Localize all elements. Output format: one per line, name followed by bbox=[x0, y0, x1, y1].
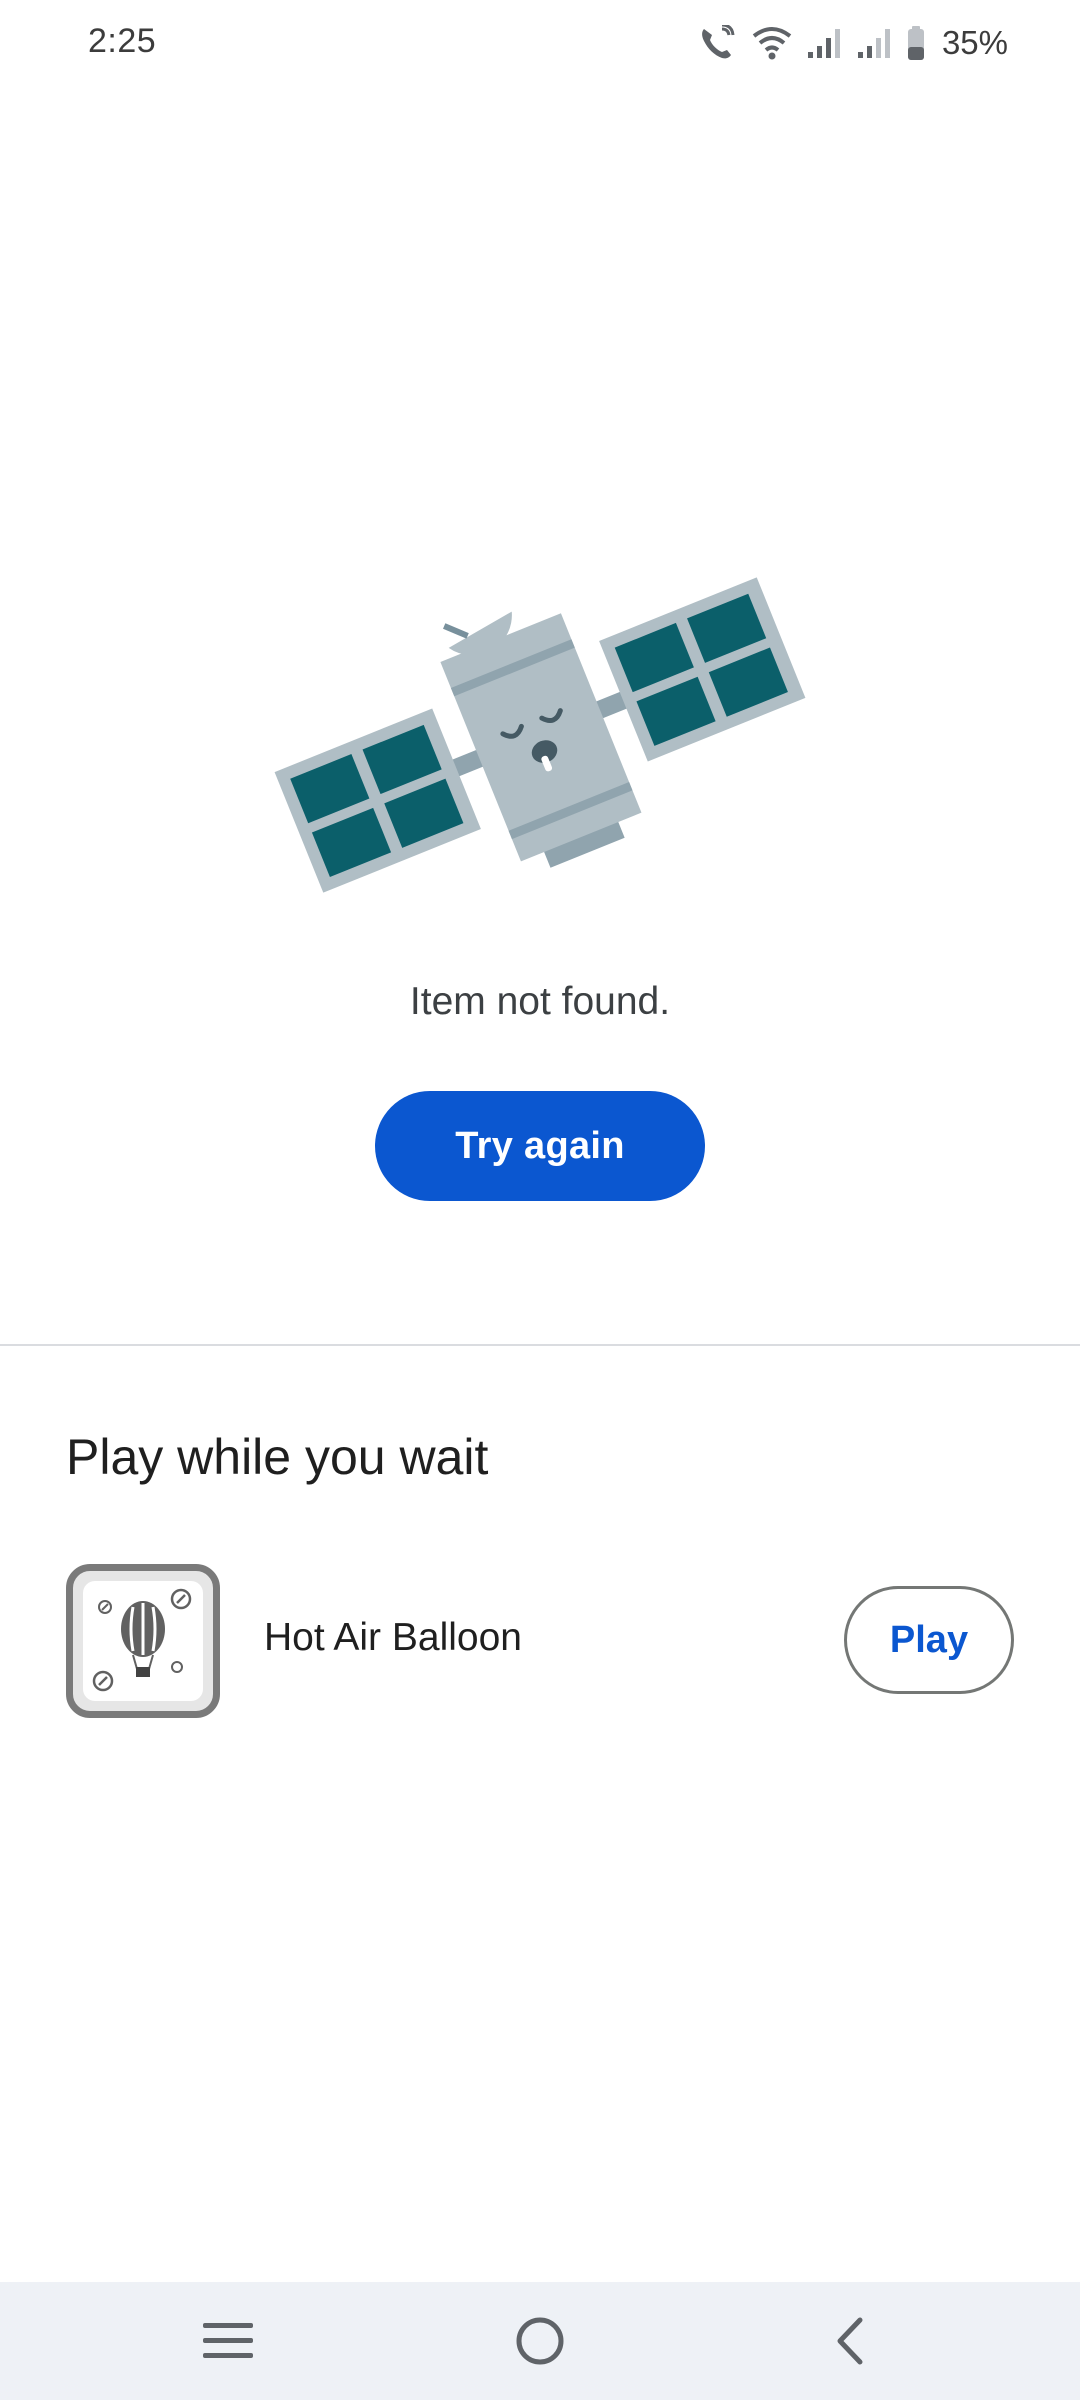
status-icons: 35% bbox=[698, 20, 1008, 66]
wifi-icon bbox=[752, 26, 792, 60]
signal-icon bbox=[806, 26, 842, 60]
wifi-calling-icon bbox=[698, 25, 738, 61]
hot-air-balloon-icon[interactable] bbox=[66, 1564, 220, 1718]
status-bar: 2:25 35% bbox=[0, 0, 1080, 90]
navigation-bar bbox=[0, 2282, 1080, 2400]
home-icon[interactable] bbox=[505, 2306, 575, 2376]
recents-icon[interactable] bbox=[193, 2306, 263, 2376]
section-title: Play while you wait bbox=[66, 1429, 489, 1485]
status-time: 2:25 bbox=[88, 22, 157, 60]
screen: 2:25 35% Item not found. Try again Play … bbox=[0, 0, 1080, 2400]
battery-icon bbox=[906, 25, 926, 61]
section-divider bbox=[0, 1344, 1080, 1346]
error-message: Item not found. bbox=[409, 980, 671, 1023]
back-icon[interactable] bbox=[815, 2306, 885, 2376]
try-again-button[interactable]: Try again bbox=[375, 1091, 705, 1201]
signal-icon bbox=[856, 26, 892, 60]
game-list-item[interactable]: Hot Air Balloon Play bbox=[66, 1564, 1014, 1718]
battery-percent: 35% bbox=[941, 24, 1008, 61]
play-button[interactable]: Play bbox=[844, 1586, 1014, 1694]
game-name: Hot Air Balloon bbox=[264, 1616, 522, 1659]
sleeping-satellite-illustration bbox=[270, 540, 810, 930]
